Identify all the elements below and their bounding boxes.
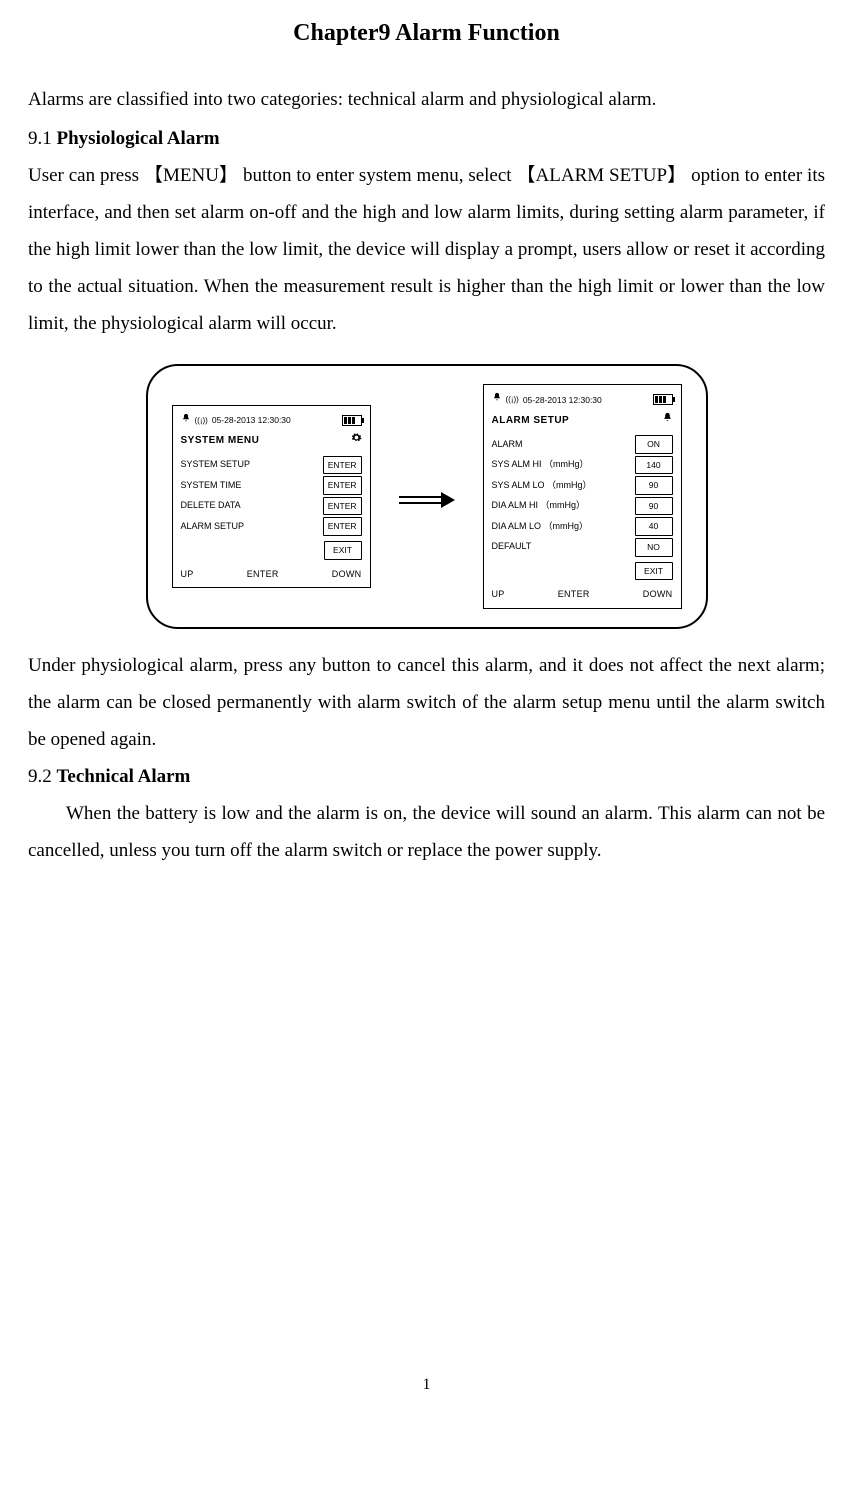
section-number: 9.1 bbox=[28, 128, 52, 149]
alarm-row-dia-hi[interactable]: DIA ALM HI （mmHg） 90 bbox=[492, 496, 673, 517]
status-bar: ((¡)) 05-28-2013 12:30:30 bbox=[179, 412, 364, 430]
gear-icon bbox=[351, 431, 362, 451]
page-number: 1 bbox=[28, 1369, 825, 1400]
alarm-row-on-off[interactable]: ALARM ON bbox=[492, 434, 673, 455]
battery-icon bbox=[653, 394, 673, 405]
intro-paragraph: Alarms are classified into two categorie… bbox=[28, 81, 825, 118]
value-button[interactable]: 40 bbox=[635, 517, 673, 536]
menu-label: ALARM SETUP bbox=[181, 518, 245, 536]
status-bar: ((¡)) 05-28-2013 12:30:30 bbox=[490, 391, 675, 409]
screen-title: SYSTEM MENU bbox=[181, 431, 260, 451]
bell-icon bbox=[181, 412, 191, 430]
enter-button[interactable]: ENTER bbox=[323, 476, 362, 495]
menu-item-delete-data[interactable]: DELETE DATA ENTER bbox=[181, 496, 362, 517]
menu-item-alarm-setup[interactable]: ALARM SETUP ENTER bbox=[181, 516, 362, 537]
menu-label: DIA ALM HI （mmHg） bbox=[492, 497, 586, 515]
bell-icon bbox=[492, 391, 502, 409]
bell-title-icon bbox=[662, 411, 673, 431]
exit-button[interactable]: EXIT bbox=[324, 541, 362, 560]
screen-title: ALARM SETUP bbox=[492, 411, 570, 431]
menu-item-system-setup[interactable]: SYSTEM SETUP ENTER bbox=[181, 455, 362, 476]
chapter-title: Chapter9 Alarm Function bbox=[28, 10, 825, 57]
exit-row: EXIT bbox=[490, 560, 675, 585]
value-button[interactable]: NO bbox=[635, 538, 673, 557]
value-button[interactable]: ON bbox=[635, 435, 673, 454]
screen-title-row: SYSTEM MENU bbox=[179, 429, 364, 453]
section-name: Technical Alarm bbox=[57, 766, 191, 787]
menu-item-system-time[interactable]: SYSTEM TIME ENTER bbox=[181, 475, 362, 496]
signal-icon: ((¡)) bbox=[506, 392, 519, 408]
down-label[interactable]: DOWN bbox=[332, 566, 362, 584]
menu-label: SYSTEM SETUP bbox=[181, 456, 251, 474]
screen-title-row: ALARM SETUP bbox=[490, 409, 675, 433]
system-menu-screen: ((¡)) 05-28-2013 12:30:30 SYSTEM MENU SY… bbox=[172, 405, 371, 588]
menu-label: DEFAULT bbox=[492, 538, 532, 556]
signal-icon: ((¡)) bbox=[195, 413, 208, 429]
up-label[interactable]: UP bbox=[181, 566, 194, 584]
section-9-2-body: When the battery is low and the alarm is… bbox=[28, 795, 825, 869]
menu-body: ALARM ON SYS ALM HI （mmHg） 140 SYS ALM L… bbox=[490, 432, 675, 559]
enter-label[interactable]: ENTER bbox=[558, 586, 590, 604]
alarm-row-dia-lo[interactable]: DIA ALM LO （mmHg） 40 bbox=[492, 516, 673, 537]
alarm-row-sys-lo[interactable]: SYS ALM LO （mmHg） 90 bbox=[492, 475, 673, 496]
section-9-2-heading: 9.2 Technical Alarm bbox=[28, 758, 825, 795]
datetime-text: 05-28-2013 12:30:30 bbox=[212, 412, 291, 429]
enter-label[interactable]: ENTER bbox=[247, 566, 279, 584]
value-button[interactable]: 140 bbox=[635, 456, 673, 475]
alarm-row-sys-hi[interactable]: SYS ALM HI （mmHg） 140 bbox=[492, 455, 673, 476]
menu-label: DELETE DATA bbox=[181, 497, 241, 515]
menu-label: SYSTEM TIME bbox=[181, 477, 242, 495]
figure-container: ((¡)) 05-28-2013 12:30:30 SYSTEM MENU SY… bbox=[28, 364, 825, 629]
menu-body: SYSTEM SETUP ENTER SYSTEM TIME ENTER DEL… bbox=[179, 453, 364, 539]
bottom-nav: UP ENTER DOWN bbox=[490, 584, 675, 604]
menu-label: DIA ALM LO （mmHg） bbox=[492, 518, 589, 536]
section-9-1-heading: 9.1 Physiological Alarm bbox=[28, 120, 825, 157]
datetime-text: 05-28-2013 12:30:30 bbox=[523, 392, 602, 409]
menu-label: SYS ALM HI （mmHg） bbox=[492, 456, 589, 474]
section-number: 9.2 bbox=[28, 766, 52, 787]
value-button[interactable]: 90 bbox=[635, 476, 673, 495]
menu-label: SYS ALM LO （mmHg） bbox=[492, 477, 592, 495]
enter-button[interactable]: ENTER bbox=[323, 517, 362, 536]
value-button[interactable]: 90 bbox=[635, 497, 673, 516]
section-name: Physiological Alarm bbox=[57, 128, 220, 149]
alarm-setup-screen: ((¡)) 05-28-2013 12:30:30 ALARM SETUP AL… bbox=[483, 384, 682, 609]
exit-button[interactable]: EXIT bbox=[635, 562, 673, 581]
enter-button[interactable]: ENTER bbox=[323, 456, 362, 475]
arrow-icon bbox=[397, 486, 457, 506]
down-label[interactable]: DOWN bbox=[643, 586, 673, 604]
figure-panel: ((¡)) 05-28-2013 12:30:30 SYSTEM MENU SY… bbox=[146, 364, 708, 629]
menu-label: ALARM bbox=[492, 436, 523, 454]
section-9-1-body2: Under physiological alarm, press any but… bbox=[28, 647, 825, 758]
alarm-row-default[interactable]: DEFAULT NO bbox=[492, 537, 673, 558]
battery-icon bbox=[342, 415, 362, 426]
enter-button[interactable]: ENTER bbox=[323, 497, 362, 516]
exit-row: EXIT bbox=[179, 539, 364, 564]
up-label[interactable]: UP bbox=[492, 586, 505, 604]
bottom-nav: UP ENTER DOWN bbox=[179, 564, 364, 584]
section-9-1-body: User can press 【MENU】 button to enter sy… bbox=[28, 157, 825, 342]
